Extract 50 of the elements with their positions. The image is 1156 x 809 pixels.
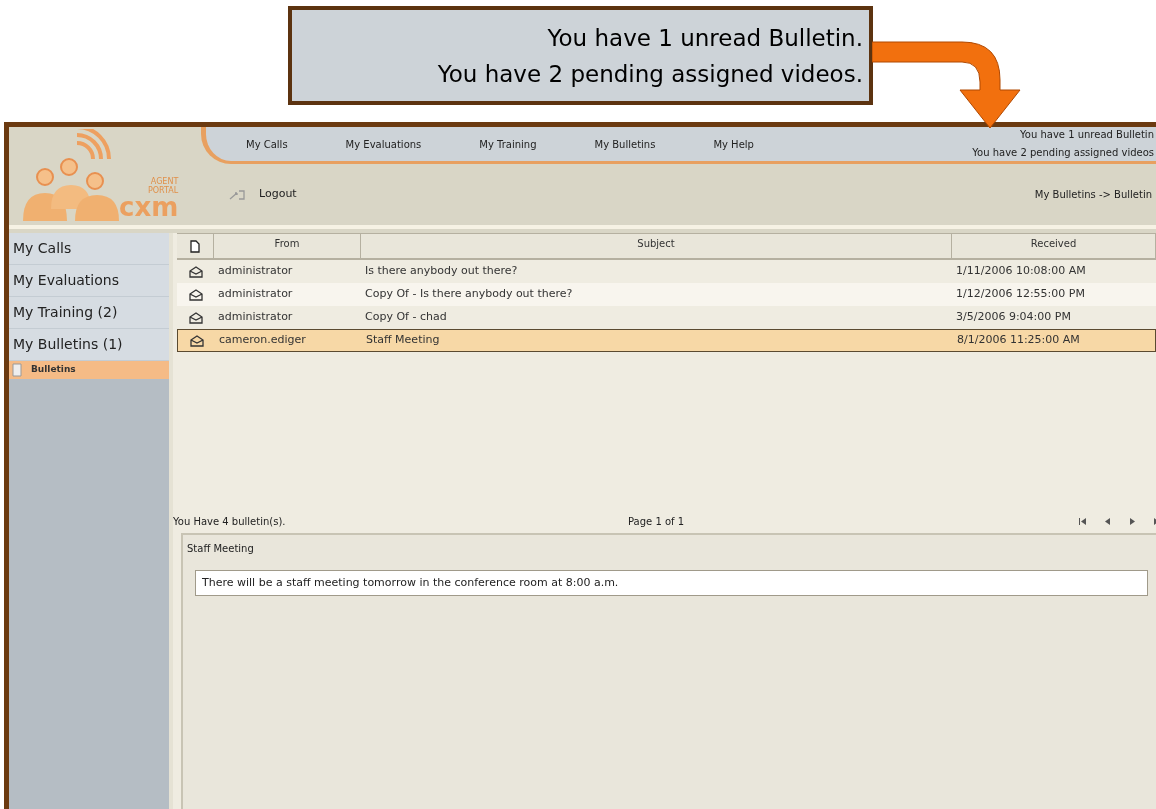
table-cell-text: administrator [217,309,294,326]
column-header[interactable]: Received [952,234,1156,258]
table-cell-text: 1/12/2006 12:55:00 PM [955,286,1086,303]
table-cell-text: Copy Of - Is there anybody out there? [364,286,574,303]
sidebar-item[interactable]: My Training (2) [9,297,169,329]
envelope-icon [188,311,203,324]
sidebar-item[interactable]: My Calls [9,233,169,265]
notice-text: You have 1 unread Bulletin [1020,128,1154,142]
next-page-icon[interactable] [1128,516,1137,526]
first-page-icon[interactable] [1078,516,1087,526]
bulletin-icon [11,363,23,377]
detail-title: Staff Meeting [187,542,255,556]
column-header[interactable]: From [214,234,361,258]
logout-link[interactable]: Logout [259,186,297,203]
notice-text: You have 2 pending assigned videos [972,146,1154,160]
nav-link[interactable]: My Help [713,136,754,152]
nav-link[interactable]: My Bulletins [594,136,656,152]
callout-text: You have 2 pending assigned videos. [437,59,863,88]
table-cell-text: cameron.ediger [218,332,307,349]
nav-link[interactable]: My Evaluations [345,136,422,152]
table-cell-text: 3/5/2006 9:04:00 PM [955,309,1072,326]
callout-text: You have 1 unread Bulletin. [547,23,863,52]
table-cell-text: Is there anybody out there? [364,263,519,280]
nav-link[interactable]: My Calls [246,136,288,152]
sidebar-item[interactable]: My Bulletins (1) [9,329,169,361]
breadcrumb: My Bulletins -> Bulletin [1034,188,1152,202]
bulletin-count: You Have 4 bulletin(s). [173,514,287,529]
table-cell-text: Copy Of - chad [364,309,448,326]
envelope-icon [188,288,203,301]
sidebar-subitem[interactable]: Bulletins [9,361,169,379]
table-row[interactable]: cameron.ediger Staff Meeting 8/1/2006 11:25:00 AM [177,329,1156,352]
sidebar-subitem-label: Bulletins [31,363,76,377]
nav-link[interactable]: My Training [479,136,537,152]
table-cell-text: 1/11/2006 10:08:00 AM [955,263,1087,280]
table-cell-text: Staff Meeting [365,332,441,349]
column-header[interactable]: Subject [361,234,952,258]
table-cell-text: administrator [217,263,294,280]
table-row[interactable]: administrator Copy Of - Is there anybody out there? 1/12/2006 12:55:00 PM [177,283,1156,306]
logo-tagline: AGENT [150,178,179,186]
table-cell-text: 8/1/2006 11:25:00 AM [956,332,1081,349]
previous-page-icon[interactable] [1103,516,1112,526]
envelope-icon [188,265,203,278]
page-indicator: Page 1 of 1 [628,514,685,529]
table-cell-text: administrator [217,286,294,303]
logo-tagline: PORTAL [148,186,179,195]
envelope-icon [189,334,204,347]
logo-brand: cxm [119,195,179,219]
message-body-field: There will be a staff meeting tomorrow in the conference room at 8:00 a.m. [195,570,1148,596]
sidebar-item[interactable]: My Evaluations [9,265,169,297]
document-icon [190,239,200,253]
